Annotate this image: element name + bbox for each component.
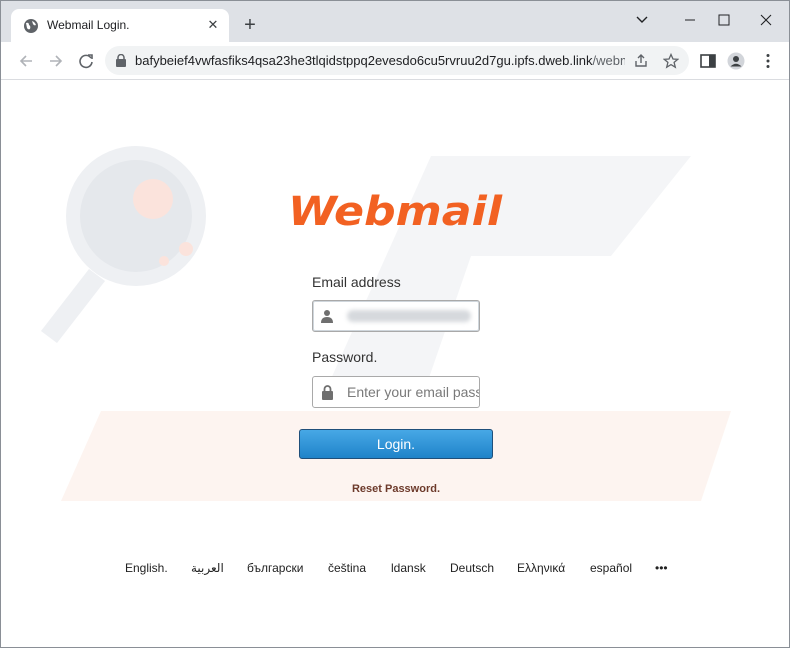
minimize-icon[interactable] — [675, 9, 705, 31]
new-tab-button[interactable]: + — [241, 15, 259, 35]
password-input[interactable] — [347, 377, 479, 407]
password-field[interactable] — [312, 376, 480, 408]
star-icon[interactable] — [663, 53, 679, 69]
email-label: Email address — [312, 274, 401, 290]
language-english[interactable]: English. — [125, 561, 168, 575]
language-czech[interactable]: čeština — [328, 561, 366, 575]
globe-icon — [24, 19, 38, 33]
tab-close-icon[interactable]: ✕ — [205, 17, 221, 33]
reload-icon[interactable] — [75, 50, 97, 72]
browser-tab[interactable]: Webmail Login. ✕ — [11, 9, 229, 42]
maximize-icon[interactable] — [709, 9, 739, 31]
password-label: Password. — [312, 349, 378, 365]
reset-password-link[interactable]: Reset Password. — [299, 483, 493, 495]
email-value-redacted — [347, 310, 471, 322]
menu-icon[interactable] — [759, 52, 777, 70]
sidebar-icon[interactable] — [699, 52, 717, 70]
login-button[interactable]: Login. — [299, 429, 493, 459]
language-spanish[interactable]: español — [590, 561, 632, 575]
webmail-logo: Webmail — [288, 189, 503, 235]
profile-icon[interactable] — [727, 52, 745, 70]
address-bar[interactable]: bafybeief4vwfasfiks4qsa23he3tlqidstppq2e… — [105, 46, 689, 75]
browser-toolbar: bafybeief4vwfasfiks4qsa23he3tlqidstppq2e… — [1, 42, 789, 80]
lock-icon[interactable] — [115, 54, 127, 67]
language-bulgarian[interactable]: български — [247, 561, 303, 575]
window-close-icon[interactable] — [751, 9, 781, 31]
logo-text: Webmail — [288, 189, 503, 235]
padlock-icon — [313, 377, 341, 407]
tab-title: Webmail Login. — [47, 18, 130, 32]
url-host: bafybeief4vwfasfiks4qsa23he3tlqidstppq2e… — [135, 53, 593, 68]
more-languages-button[interactable]: ••• — [655, 561, 668, 575]
back-icon[interactable] — [15, 50, 37, 72]
url-text: bafybeief4vwfasfiks4qsa23he3tlqidstppq2e… — [135, 53, 625, 68]
tab-search-icon[interactable] — [627, 9, 657, 31]
language-list: English. العربية български čeština ldans… — [1, 561, 789, 581]
tab-strip: Webmail Login. ✕ + — [1, 1, 789, 42]
forward-icon[interactable] — [45, 50, 67, 72]
language-arabic[interactable]: العربية — [191, 561, 224, 575]
browser-window: Webmail Login. ✕ + bafybeief4vwfasfiks4q… — [0, 0, 790, 648]
language-german[interactable]: Deutsch — [450, 561, 494, 575]
share-icon[interactable] — [633, 53, 649, 69]
email-field[interactable] — [312, 300, 480, 332]
language-danish[interactable]: ldansk — [391, 561, 426, 575]
user-icon — [313, 301, 341, 331]
page-content: Webmail Email address Password. Login. R… — [1, 81, 789, 647]
language-greek[interactable]: Ελληνικά — [517, 561, 565, 575]
url-path: /webm... — [592, 53, 625, 68]
